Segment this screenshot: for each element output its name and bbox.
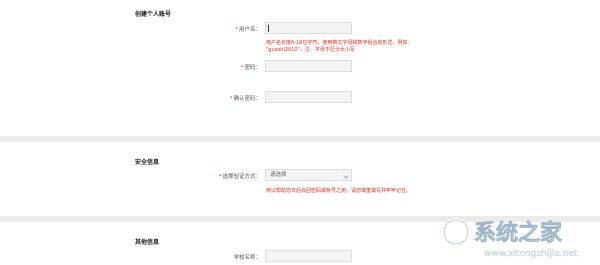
school-input[interactable] — [265, 250, 352, 262]
username-error-line-2: "guoshi2010"，注：字母不区分大小写 — [266, 47, 355, 53]
watermark-url: www.xitongzhijia.net — [484, 249, 578, 259]
required-mark: * — [235, 27, 238, 33]
security-section: 安全信息 *选择验证方式： 请选择 用以帮助您日后找回密码或帐号之用，请您慎重填… — [0, 142, 600, 216]
confirm-password-label: *确认密码： — [133, 94, 261, 102]
security-section-title: 安全信息 — [135, 159, 160, 166]
username-error-message: 用户名长度6-16位字符，使用英文字母和数字组合的形式，例如: "guoshi2… — [266, 40, 426, 54]
school-label: 学校名称： — [233, 255, 261, 261]
account-section: 创建个人账号 *用户名： 用户名长度6-16位字符，使用英文字母和数字组合的形式… — [0, 0, 600, 136]
verify-method-label: *选择验证方式： — [133, 172, 261, 180]
account-section-title: 创建个人账号 — [135, 11, 172, 18]
verify-method-select[interactable]: 请选择 — [265, 169, 352, 181]
username-error-line-1: 用户名长度6-16位字符，使用英文字母和数字组合的形式，例如: — [266, 40, 410, 46]
username-label-text: 用户名： — [238, 27, 261, 33]
other-section-title: 其他信息 — [135, 239, 160, 246]
chevron-down-icon[interactable] — [343, 175, 349, 179]
confirm-password-label-text: 确认密码： — [233, 96, 261, 102]
password-label-text: 密码： — [244, 65, 261, 71]
verify-method-label-text: 选择验证方式： — [222, 174, 261, 180]
confirm-password-input[interactable] — [265, 91, 352, 103]
watermark-title: 系统之家 — [474, 220, 563, 246]
site-watermark-logo: 系统之家 www.xitongzhijia.net — [442, 218, 578, 259]
password-input[interactable] — [265, 60, 352, 72]
username-label: *用户名： — [133, 25, 261, 33]
watermark-emblem-icon — [442, 218, 470, 246]
verify-method-note: 用以帮助您日后找回密码或帐号之用，请您慎重填写并牢牢记住。 — [266, 188, 412, 194]
text-caret — [268, 25, 269, 32]
password-label: *密码： — [133, 63, 261, 71]
username-input[interactable] — [265, 22, 352, 34]
